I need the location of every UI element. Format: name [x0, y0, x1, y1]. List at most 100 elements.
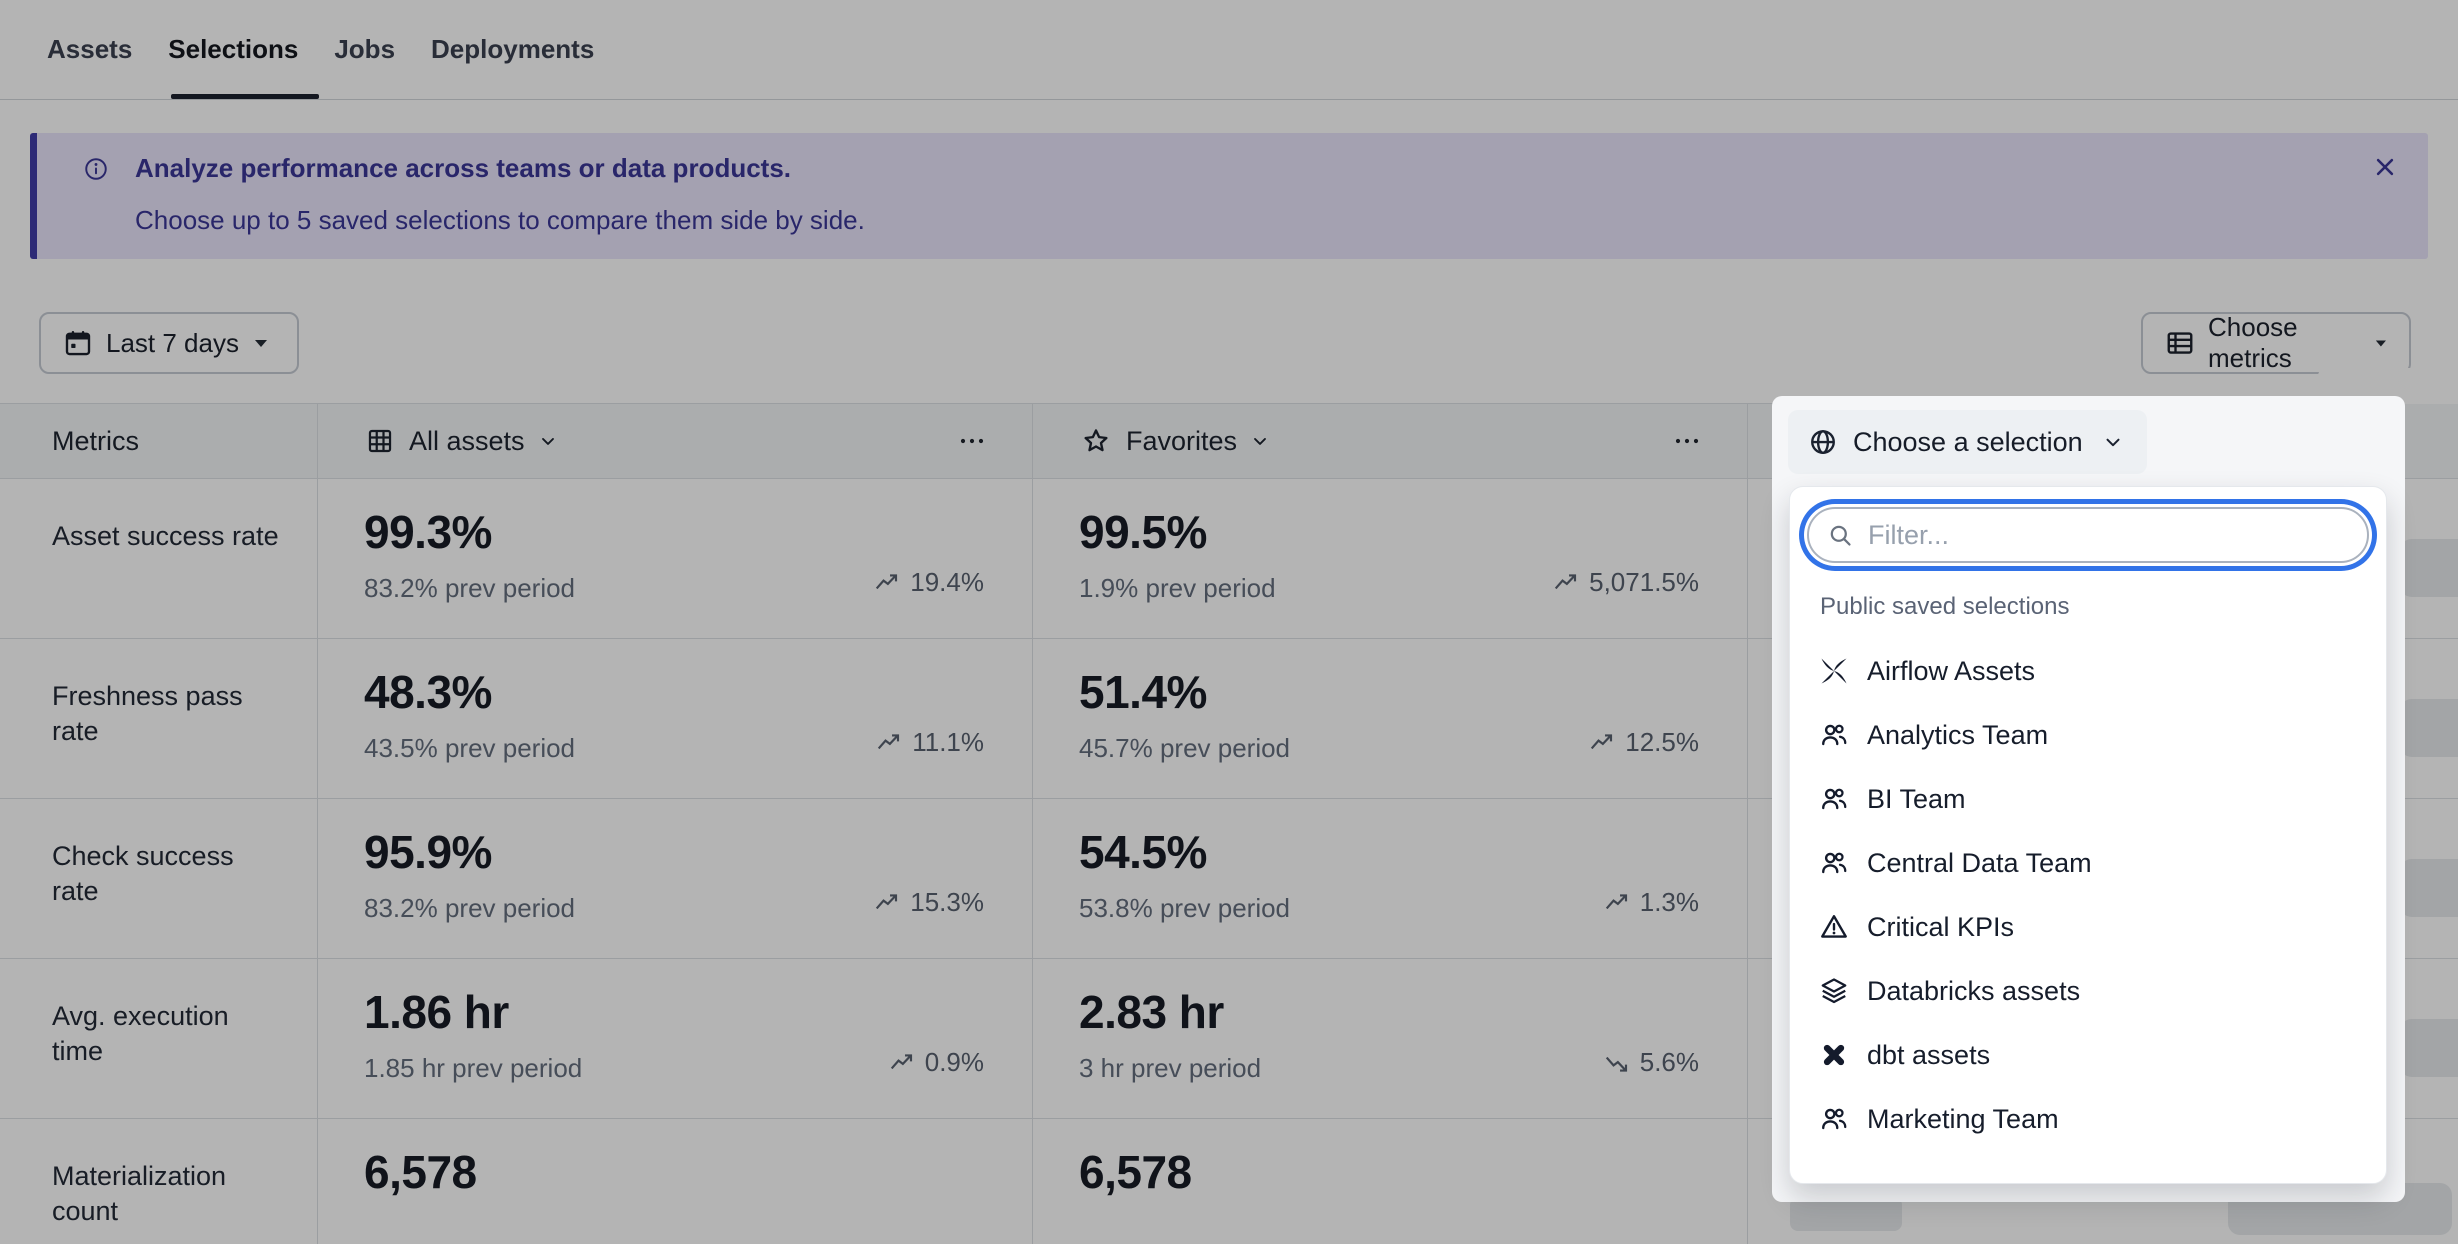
trend-indicator: 15.3% — [874, 887, 984, 918]
list-item-dbt-assets[interactable]: dbt assets — [1790, 1023, 2386, 1087]
chevron-down-icon[interactable] — [538, 431, 558, 451]
list-item-databricks-assets[interactable]: Databricks assets — [1790, 959, 2386, 1023]
metric-value-cell: 95.9% 83.2% prev period 15.3% — [318, 799, 1033, 959]
trend-up-icon — [874, 890, 900, 916]
info-banner: Analyze performance across teams or data… — [30, 133, 2428, 259]
metric-name-cell: Freshness pass rate — [0, 639, 318, 799]
layers-icon — [1819, 976, 1849, 1006]
trend-up-icon — [1553, 570, 1579, 596]
metric-value: 95.9% — [364, 825, 492, 879]
metric-value-cell: 6,578 — [1033, 1119, 1748, 1244]
prev-period-value: 53.8% prev period — [1079, 893, 1290, 924]
prev-period-value: 83.2% prev period — [364, 893, 575, 924]
dimmed-button-remnant — [2398, 699, 2458, 757]
overflow-menu-icon[interactable] — [1673, 436, 1701, 446]
date-range-label: Last 7 days — [106, 328, 239, 359]
date-range-button[interactable]: Last 7 days — [39, 312, 299, 374]
list-item-airflow-assets[interactable]: Airflow Assets — [1790, 639, 2386, 703]
chevron-down-icon[interactable] — [1250, 431, 1270, 451]
list-item-bi-team[interactable]: BI Team — [1790, 767, 2386, 831]
prev-period-value: 1.85 hr prev period — [364, 1053, 582, 1084]
trend-up-icon — [1589, 730, 1615, 756]
team-icon — [1819, 784, 1849, 814]
trend-indicator: 5,071.5% — [1553, 567, 1699, 598]
warning-icon — [1819, 912, 1849, 942]
active-tab-underline — [171, 94, 319, 99]
choose-metrics-button[interactable]: Choose metrics — [2141, 312, 2411, 374]
top-nav: Assets Selections Jobs Deployments — [0, 0, 2458, 100]
metric-value-cell: 48.3% 43.5% prev period 11.1% — [318, 639, 1033, 799]
metric-value: 54.5% — [1079, 825, 1207, 879]
column-label[interactable]: Favorites — [1126, 426, 1237, 457]
metric-value-cell: 2.83 hr 3 hr prev period 5.6% — [1033, 959, 1748, 1119]
team-icon — [1819, 720, 1849, 750]
metric-value-cell: 99.3% 83.2% prev period 19.4% — [318, 479, 1033, 639]
column-header-all-assets: All assets — [318, 404, 1033, 479]
metric-value: 99.5% — [1079, 505, 1207, 559]
banner-subtitle: Choose up to 5 saved selections to compa… — [135, 205, 865, 236]
tab-jobs[interactable]: Jobs — [334, 34, 395, 65]
globe-icon — [1808, 427, 1838, 457]
team-icon — [1819, 848, 1849, 878]
trend-indicator: 12.5% — [1589, 727, 1699, 758]
metric-name-cell: Avg. execution time — [0, 959, 318, 1119]
filter-input[interactable] — [1866, 519, 2359, 552]
airflow-icon — [1819, 656, 1849, 686]
grid-icon — [366, 427, 394, 455]
list-item-marketing-team[interactable]: Marketing Team — [1790, 1087, 2386, 1151]
table-icon — [2165, 328, 2195, 358]
tab-selections[interactable]: Selections — [168, 34, 298, 65]
banner-title: Analyze performance across teams or data… — [135, 153, 791, 184]
dbt-icon — [1819, 1040, 1849, 1070]
caret-down-icon — [254, 339, 268, 348]
trend-up-icon — [1604, 890, 1630, 916]
caret-down-icon — [2375, 339, 2387, 348]
metric-value-cell: 1.86 hr 1.85 hr prev period 0.9% — [318, 959, 1033, 1119]
column-label[interactable]: All assets — [409, 426, 525, 457]
trend-indicator: 19.4% — [874, 567, 984, 598]
metric-value: 6,578 — [1079, 1145, 1192, 1199]
list-item-central-data-team[interactable]: Central Data Team — [1790, 831, 2386, 895]
metric-value: 51.4% — [1079, 665, 1207, 719]
overflow-menu-icon[interactable] — [958, 436, 986, 446]
prev-period-value: 43.5% prev period — [364, 733, 575, 764]
team-icon — [1819, 1104, 1849, 1134]
dimmed-button-remnant — [2398, 1019, 2458, 1077]
dimmed-button-remnant — [2398, 539, 2458, 597]
prev-period-value: 83.2% prev period — [364, 573, 575, 604]
choose-selection-label: Choose a selection — [1853, 427, 2083, 458]
trend-up-icon — [874, 570, 900, 596]
dimmed-button-remnant — [2398, 859, 2458, 917]
search-icon — [1827, 522, 1854, 549]
choose-metrics-label: Choose metrics — [2208, 312, 2360, 374]
metric-value-cell: 99.5% 1.9% prev period 5,071.5% — [1033, 479, 1748, 639]
banner-accent-bar — [30, 133, 37, 259]
metric-value-cell: 51.4% 45.7% prev period 12.5% — [1033, 639, 1748, 799]
metric-value: 99.3% — [364, 505, 492, 559]
choose-selection-trigger[interactable]: Choose a selection — [1788, 410, 2147, 474]
dimmed-button-remnant — [1790, 1197, 1902, 1231]
filter-field[interactable] — [1807, 507, 2369, 563]
metric-name-cell: Check success rate — [0, 799, 318, 959]
trend-up-icon — [876, 730, 902, 756]
metric-name-cell: Materialization count — [0, 1119, 318, 1244]
list-item-analytics-team[interactable]: Analytics Team — [1790, 703, 2386, 767]
section-label: Public saved selections — [1820, 593, 2069, 621]
tab-assets[interactable]: Assets — [47, 34, 132, 65]
tab-deployments[interactable]: Deployments — [431, 34, 594, 65]
star-icon — [1081, 426, 1111, 456]
chevron-down-icon — [2102, 431, 2124, 453]
nav-tabs: Assets Selections Jobs Deployments — [47, 0, 594, 99]
trend-indicator: 5.6% — [1604, 1047, 1699, 1078]
close-icon[interactable] — [2370, 152, 2400, 182]
calendar-icon — [63, 328, 93, 358]
trend-up-icon — [889, 1050, 915, 1076]
app-canvas: Assets Selections Jobs Deployments Analy… — [0, 0, 2458, 1244]
list-item-critical-kpis[interactable]: Critical KPIs — [1790, 895, 2386, 959]
selection-list: Airflow Assets Analytics Team BI Team Ce… — [1790, 639, 2386, 1151]
metrics-column-header: Metrics — [0, 404, 318, 479]
trend-indicator: 11.1% — [876, 727, 984, 758]
prev-period-value: 3 hr prev period — [1079, 1053, 1261, 1084]
metric-value-cell: 54.5% 53.8% prev period 1.3% — [1033, 799, 1748, 959]
info-icon — [83, 156, 109, 182]
